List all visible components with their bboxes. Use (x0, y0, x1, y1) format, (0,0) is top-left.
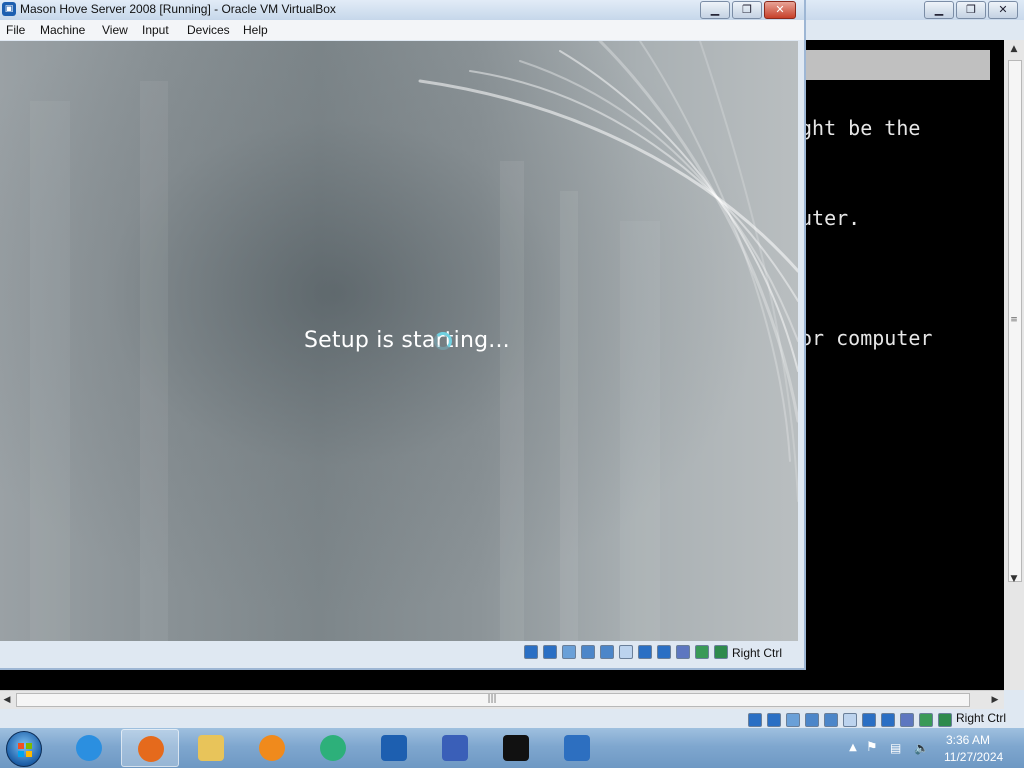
windows-server-2008-icon (564, 735, 590, 761)
taskbar-item-file-explorer[interactable] (182, 729, 240, 767)
firefox-icon (138, 736, 164, 762)
taskbar-item-app-green-arrow[interactable] (304, 729, 362, 767)
windows-logo-icon (18, 743, 32, 757)
audio-icon[interactable] (786, 713, 800, 727)
taskbar-item-firefox[interactable] (121, 729, 179, 767)
video-capture-icon[interactable] (881, 713, 895, 727)
scroll-up-arrow-icon[interactable]: ▲ (1007, 42, 1021, 56)
usb-icon[interactable] (824, 713, 838, 727)
keyboard-icon[interactable] (938, 713, 952, 727)
menu-devices[interactable]: Devices (187, 23, 230, 37)
vm-window[interactable]: ▣ Mason Hove Server 2008 [Running] - Ora… (0, 0, 806, 670)
action-center-flag-icon[interactable]: ⚑ (866, 741, 880, 755)
taskbar-item-media-player[interactable] (243, 729, 301, 767)
network-icon[interactable]: ▤ (890, 741, 904, 755)
menu-input[interactable]: Input (142, 23, 169, 37)
optical-drive-icon[interactable] (767, 713, 781, 727)
taskbar-item-virtualbox[interactable] (365, 729, 423, 767)
volume-muted-icon[interactable]: 🔈 (914, 741, 929, 755)
display-icon[interactable] (862, 713, 876, 727)
menu-view[interactable]: View (102, 23, 128, 37)
window-title: Mason Hove Server 2008 [Running] - Oracl… (20, 2, 336, 16)
7zip-icon (503, 735, 529, 761)
loading-spinner-icon (434, 332, 452, 350)
video-capture-icon[interactable] (657, 645, 671, 659)
host-key-label: Right Ctrl (956, 711, 1007, 725)
show-hidden-icons-icon[interactable]: ▲ (846, 741, 860, 755)
shared-folders-icon[interactable] (619, 645, 633, 659)
cpu-icon[interactable] (900, 713, 914, 727)
minimize-button[interactable]: ▁ (700, 1, 730, 19)
clock-date[interactable]: 11/27/2024 (944, 750, 1003, 764)
console-line-2: uter. (800, 206, 861, 230)
usb-icon[interactable] (600, 645, 614, 659)
background-restore-button[interactable]: ❐ (956, 1, 986, 19)
hard-disk-icon[interactable] (524, 645, 538, 659)
taskbar-item-windows-server-2008[interactable] (548, 729, 606, 767)
restore-button[interactable]: ❐ (732, 1, 762, 19)
virtualbox-icon (381, 735, 407, 761)
cpu-icon[interactable] (676, 645, 690, 659)
mouse-integration-icon[interactable] (695, 645, 709, 659)
menu-file[interactable]: File (6, 23, 25, 37)
console-highlight-bar (805, 50, 990, 80)
scroll-left-arrow-icon[interactable]: ◀ (0, 693, 14, 707)
virtualbox-icon[interactable]: ▣ (2, 2, 16, 16)
hard-disk-icon[interactable] (748, 713, 762, 727)
host-key-label: Right Ctrl (732, 646, 783, 660)
start-button[interactable] (6, 731, 42, 767)
keyboard-icon[interactable] (714, 645, 728, 659)
setup-status-text: Setup is starting... (304, 328, 510, 353)
close-button[interactable]: ✕ (764, 1, 796, 19)
audio-icon[interactable] (562, 645, 576, 659)
background-minimize-button[interactable]: ▁ (924, 1, 954, 19)
display-icon[interactable] (638, 645, 652, 659)
network-icon[interactable] (805, 713, 819, 727)
guest-display[interactable]: Setup is starting... (0, 41, 798, 641)
console-line-1: ght be the (800, 116, 921, 140)
scroll-down-arrow-icon[interactable]: ▼ (1007, 572, 1021, 586)
taskbar-item-network-tool[interactable] (426, 729, 484, 767)
media-player-icon (259, 735, 285, 761)
optical-drive-icon[interactable] (543, 645, 557, 659)
taskbar-item-7zip[interactable] (487, 729, 545, 767)
network-icon[interactable] (581, 645, 595, 659)
menu-machine[interactable]: Machine (40, 23, 85, 37)
scroll-right-arrow-icon[interactable]: ▶ (988, 693, 1002, 707)
menu-bar: File Machine View Input Devices Help (0, 20, 804, 40)
menu-help[interactable]: Help (243, 23, 268, 37)
shared-folders-icon[interactable] (843, 713, 857, 727)
taskbar-item-internet-explorer[interactable] (60, 729, 118, 767)
internet-explorer-icon (76, 735, 102, 761)
scroll-grip-icon: ≡ (1010, 315, 1018, 325)
app-green-arrow-icon (320, 735, 346, 761)
file-explorer-icon (198, 735, 224, 761)
network-tool-icon (442, 735, 468, 761)
mouse-integration-icon[interactable] (919, 713, 933, 727)
console-line-3: or computer (800, 326, 933, 350)
scroll-grip-icon: ||| (487, 694, 497, 704)
clock-time[interactable]: 3:36 AM (946, 733, 990, 747)
background-close-button[interactable]: ✕ (988, 1, 1018, 19)
